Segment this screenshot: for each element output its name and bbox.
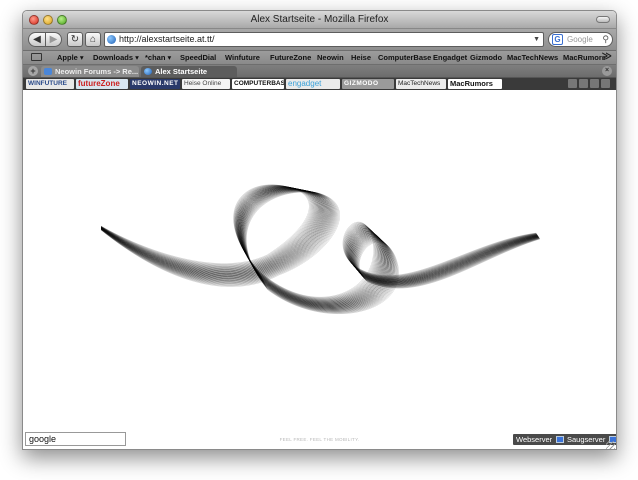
saugserver-label: Saugserver bbox=[567, 435, 606, 444]
strip-tool-icons bbox=[566, 79, 610, 90]
logo-neowin[interactable]: NEOWIN.NET bbox=[130, 79, 180, 89]
ribbon-line bbox=[100, 188, 539, 307]
logo-engadget[interactable]: engadget bbox=[286, 79, 340, 89]
logo-futurezone[interactable]: futureZone bbox=[76, 79, 128, 89]
url-history-dropdown-icon[interactable]: ▼ bbox=[533, 33, 540, 46]
quicklink-logo-strip: WINFUTURE futureZone NEOWIN.NET Heise On… bbox=[23, 78, 616, 90]
magnifier-icon[interactable]: ⚲ bbox=[602, 33, 609, 46]
logo-winfuture[interactable]: WINFUTURE bbox=[26, 79, 74, 89]
bookmark-apple[interactable]: Apple ▾ bbox=[57, 53, 84, 62]
search-bar[interactable]: G Google ⚲ bbox=[548, 32, 613, 47]
new-tab-button[interactable]: + bbox=[28, 66, 38, 76]
navigation-toolbar: ◀ ▶ ↻ ⌂ http://alexstartseite.at.tt/ ▼ G… bbox=[23, 29, 616, 51]
ribbon-line bbox=[100, 189, 539, 308]
bookmark-downloads[interactable]: Downloads ▾ bbox=[93, 53, 139, 62]
globe-favicon-icon bbox=[144, 68, 152, 75]
neowin-favicon-icon bbox=[44, 68, 52, 75]
logo-macrumors[interactable]: MacRumors bbox=[448, 79, 502, 89]
page-content: FEEL FREE. FEEL THE MOBILITY. Webserver … bbox=[23, 90, 616, 449]
more-bookmarks-chevron-icon[interactable]: ≫ bbox=[602, 51, 612, 62]
title-bar: Alex Startseite - Mozilla Firefox bbox=[23, 11, 616, 29]
logo-computerbase[interactable]: COMPUTERBASE.de bbox=[232, 79, 284, 89]
site-globe-icon bbox=[107, 35, 116, 44]
ribbon-artwork bbox=[100, 184, 541, 315]
bookmark-computerbase[interactable]: ComputerBase bbox=[378, 53, 431, 62]
window-title: Alex Startseite - Mozilla Firefox bbox=[250, 14, 389, 25]
bookmark-neowin[interactable]: Neowin bbox=[317, 53, 344, 62]
back-button[interactable]: ◀ bbox=[28, 32, 46, 47]
bookmark-macrumors[interactable]: MacRumors bbox=[563, 53, 606, 62]
close-tab-icon[interactable]: × bbox=[602, 66, 612, 76]
url-text: http://alexstartseite.at.tt/ bbox=[119, 34, 215, 44]
bookmark-engadget[interactable]: Engadget bbox=[433, 53, 467, 62]
bookmark-mactechnews[interactable]: MacTechNews bbox=[507, 53, 558, 62]
tab-alex-startseite[interactable]: Alex Startseite bbox=[141, 66, 237, 77]
bookmark-futurezone[interactable]: FutureZone bbox=[270, 53, 311, 62]
ribbon-line bbox=[100, 187, 538, 304]
url-bar[interactable]: http://alexstartseite.at.tt/ ▼ bbox=[104, 32, 544, 47]
forward-button[interactable]: ▶ bbox=[45, 32, 62, 47]
ribbon-line bbox=[100, 188, 539, 306]
logo-heise-online[interactable]: Heise Online bbox=[182, 79, 230, 89]
bookmarks-toolbar: Apple ▾ Downloads ▾ *chan ▾ SpeedDial Wi… bbox=[23, 51, 616, 65]
window-icon[interactable] bbox=[590, 79, 599, 88]
tab-label: Alex Startseite bbox=[155, 67, 208, 76]
webserver-button[interactable]: Webserver bbox=[513, 434, 567, 445]
bookmark-chan[interactable]: *chan ▾ bbox=[145, 53, 171, 62]
bookmark-gizmodo[interactable]: Gizmodo bbox=[470, 53, 502, 62]
ribbon-line bbox=[100, 187, 538, 305]
settings-icon[interactable] bbox=[579, 79, 588, 88]
webserver-label: Webserver bbox=[516, 435, 553, 444]
bookmark-heise[interactable]: Heise bbox=[351, 53, 371, 62]
home-icon[interactable] bbox=[568, 79, 577, 88]
tab-label: Neowin Forums -> Re... bbox=[55, 67, 139, 76]
search-placeholder: Google bbox=[567, 35, 593, 44]
tab-bar: + Neowin Forums -> Re... Alex Startseite… bbox=[23, 65, 616, 78]
tab-neowin-forums[interactable]: Neowin Forums -> Re... bbox=[41, 66, 139, 77]
bookmark-winfuture[interactable]: Winfuture bbox=[225, 53, 260, 62]
bookmark-speeddial[interactable]: SpeedDial bbox=[180, 53, 216, 62]
browser-window: Alex Startseite - Mozilla Firefox ◀ ▶ ↻ … bbox=[22, 10, 617, 450]
ribbon-line bbox=[100, 188, 538, 305]
toolbar-toggle-button[interactable] bbox=[596, 16, 610, 23]
reload-button[interactable]: ↻ bbox=[67, 32, 83, 47]
logo-mactechnews[interactable]: MacTechNews bbox=[396, 79, 446, 89]
home-button[interactable]: ⌂ bbox=[85, 32, 101, 47]
show-all-bookmarks-icon[interactable] bbox=[31, 53, 42, 61]
grid-icon[interactable] bbox=[601, 79, 610, 88]
resize-grip-icon[interactable] bbox=[606, 441, 615, 449]
ribbon-line bbox=[100, 187, 538, 303]
logo-gizmodo[interactable]: GIZMODO bbox=[342, 79, 394, 89]
google-engine-icon[interactable]: G bbox=[552, 34, 563, 45]
monitor-icon bbox=[556, 436, 565, 443]
